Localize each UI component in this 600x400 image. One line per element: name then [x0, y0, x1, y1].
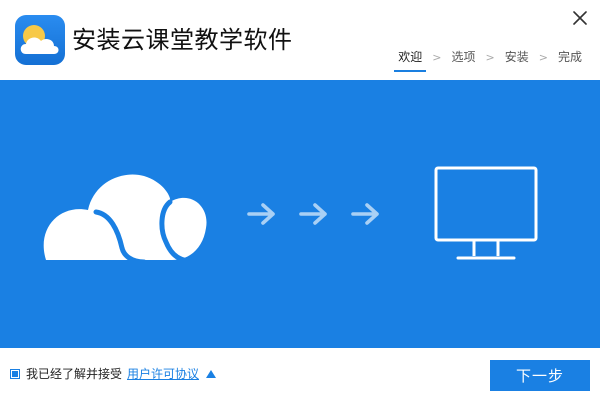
step-indicator: 欢迎 > 选项 > 安装 > 完成 — [394, 48, 586, 72]
step-separator: > — [432, 50, 442, 64]
agree-checkbox[interactable] — [10, 369, 20, 379]
agree-label: 我已经了解并接受 — [26, 367, 123, 381]
step-finish[interactable]: 完成 — [554, 48, 586, 66]
header: 安装云课堂教学软件 欢迎 > 选项 > 安装 > 完成 — [0, 0, 600, 80]
close-button[interactable] — [568, 6, 592, 30]
installer-window: 安装云课堂教学软件 欢迎 > 选项 > 安装 > 完成 我已经了解并接受 用户许… — [0, 0, 600, 400]
cloud-icon — [43, 174, 207, 260]
app-title: 安装云课堂教学软件 — [72, 26, 293, 54]
arrow-right-icon — [351, 203, 379, 225]
step-options[interactable]: 选项 — [448, 48, 480, 66]
cloud-sun-icon — [15, 15, 65, 65]
close-icon — [573, 11, 587, 25]
arrow-right-icon — [299, 203, 327, 225]
triangle-up-icon[interactable] — [205, 368, 217, 380]
hero-banner — [0, 80, 600, 348]
license-link[interactable]: 用户许可协议 — [127, 366, 199, 382]
step-separator: > — [485, 50, 495, 64]
next-button[interactable]: 下一步 — [490, 360, 590, 391]
step-separator: > — [538, 50, 548, 64]
arrow-right-icon — [247, 203, 275, 225]
step-welcome[interactable]: 欢迎 — [394, 48, 427, 72]
step-install[interactable]: 安装 — [501, 48, 533, 66]
monitor-icon — [434, 166, 538, 260]
